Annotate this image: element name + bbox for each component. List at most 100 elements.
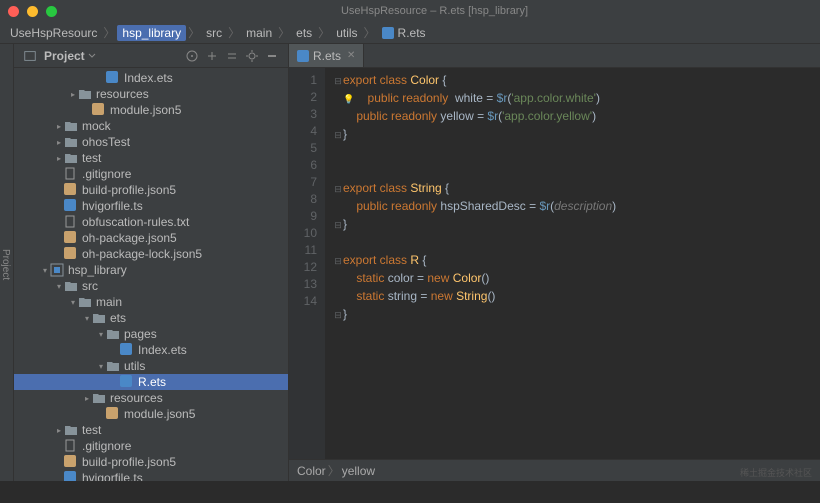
tree-label: ets — [110, 311, 126, 325]
tree-arrow-icon[interactable]: ▾ — [40, 266, 50, 275]
fold-icon — [333, 271, 343, 288]
folder-icon — [64, 135, 78, 149]
tree-node[interactable]: ▾ ets — [14, 310, 288, 326]
fold-icon[interactable]: ⊟ — [333, 73, 343, 90]
tree-arrow-icon[interactable]: ▾ — [54, 282, 64, 291]
breadcrumb-separator: 〉 — [101, 24, 117, 41]
tree-node[interactable]: obfuscation-rules.txt — [14, 214, 288, 230]
tree-node[interactable]: ▾ pages — [14, 326, 288, 342]
breadcrumb-item[interactable]: UseHspResourc — [6, 26, 101, 40]
tree-arrow-icon[interactable]: ▸ — [54, 122, 64, 131]
folder-icon — [64, 119, 78, 133]
expand-icon[interactable] — [205, 49, 219, 63]
tree-arrow-icon[interactable]: ▾ — [96, 330, 106, 339]
tree-label: build-profile.json5 — [82, 455, 176, 469]
tree-arrow-icon[interactable]: ▾ — [96, 362, 106, 371]
settings-icon[interactable] — [245, 49, 259, 63]
status-crumb[interactable]: yellow — [342, 464, 375, 478]
maximize-window-button[interactable] — [46, 6, 57, 17]
tree-node[interactable]: ▸resources — [14, 390, 288, 406]
tool-window-bar[interactable]: Project — [0, 44, 14, 481]
code-lines[interactable]: ⊟export class Color { 💡 public readonly … — [325, 68, 616, 459]
tree-node[interactable]: module.json5 — [14, 102, 288, 118]
breadcrumb-item[interactable]: ets — [292, 26, 316, 40]
window-controls — [8, 6, 57, 17]
intention-bulb-icon[interactable]: 💡 — [343, 94, 354, 104]
code-area[interactable]: 1234567891011121314 ⊟export class Color … — [289, 68, 820, 459]
tree-arrow-icon[interactable]: ▾ — [82, 314, 92, 323]
tree-label: .gitignore — [82, 167, 131, 181]
status-crumb[interactable]: Color — [297, 464, 326, 478]
ets-file-icon — [382, 27, 394, 39]
tree-node[interactable]: ▸test — [14, 150, 288, 166]
tree-label: hvigorfile.ts — [82, 471, 143, 481]
collapse-icon[interactable] — [225, 49, 239, 63]
folder-icon — [64, 279, 78, 293]
tree-label: utils — [124, 359, 145, 373]
tree-node[interactable]: .gitignore — [14, 166, 288, 182]
tree-node[interactable]: hvigorfile.ts — [14, 470, 288, 481]
fold-icon — [333, 109, 343, 126]
line-gutter: 1234567891011121314 — [289, 68, 325, 459]
json-icon — [64, 231, 78, 245]
tab-r-ets[interactable]: R.ets ✕ — [289, 44, 364, 67]
fold-icon[interactable]: ⊟ — [333, 253, 343, 270]
tree-node[interactable]: ▸ ohosTest — [14, 134, 288, 150]
tree-arrow-icon[interactable]: ▸ — [54, 426, 64, 435]
breadcrumb-item[interactable]: utils — [332, 26, 361, 40]
json-icon — [92, 103, 106, 117]
tree-node[interactable]: ▾ src — [14, 278, 288, 294]
tree-node[interactable]: build-profile.json5 — [14, 182, 288, 198]
tree-arrow-icon[interactable]: ▸ — [68, 90, 78, 99]
fold-icon[interactable]: ⊟ — [333, 181, 343, 198]
fold-icon[interactable]: ⊟ — [333, 127, 343, 144]
module-icon — [50, 263, 64, 277]
tree-node[interactable]: hvigorfile.ts — [14, 198, 288, 214]
tree-arrow-icon[interactable]: ▸ — [54, 154, 64, 163]
tree-node[interactable]: Index.ets — [14, 70, 288, 86]
project-panel: Project Index.ets▸resourcesmodule.json5▸… — [14, 44, 289, 481]
tree-node[interactable]: ▸mock — [14, 118, 288, 134]
tree-node[interactable]: module.json5 — [14, 406, 288, 422]
dropdown-icon[interactable] — [88, 52, 96, 60]
fold-icon — [333, 289, 343, 306]
watermark: 稀土掘金技术社区 — [740, 466, 812, 479]
tree-node[interactable]: ▾main — [14, 294, 288, 310]
ets-icon — [120, 343, 134, 357]
breadcrumb-item[interactable]: hsp_library — [117, 25, 186, 41]
project-tree[interactable]: Index.ets▸resourcesmodule.json5▸mock▸oho… — [14, 68, 288, 481]
tree-node[interactable]: ▾ utils — [14, 358, 288, 374]
tree-label: pages — [124, 327, 157, 341]
tree-node[interactable]: Index.ets — [14, 342, 288, 358]
tree-node[interactable]: R.ets — [14, 374, 288, 390]
tree-label: Index.ets — [138, 343, 187, 357]
tree-node[interactable]: ▸test — [14, 422, 288, 438]
minimize-window-button[interactable] — [27, 6, 38, 17]
tree-node[interactable]: oh-package.json5 — [14, 230, 288, 246]
tree-arrow-icon[interactable]: ▸ — [82, 394, 92, 403]
tree-node[interactable]: .gitignore — [14, 438, 288, 454]
tree-node[interactable]: ▾hsp_library — [14, 262, 288, 278]
fold-icon[interactable]: ⊟ — [333, 307, 343, 324]
breadcrumb-item[interactable]: src — [202, 26, 226, 40]
tree-label: hvigorfile.ts — [82, 199, 143, 213]
folder-icon — [92, 311, 106, 325]
ets-file-icon — [297, 50, 309, 62]
folder-icon — [64, 423, 78, 437]
close-tab-icon[interactable]: ✕ — [347, 50, 355, 61]
close-window-button[interactable] — [8, 6, 19, 17]
breadcrumb-item[interactable]: main — [242, 26, 276, 40]
breadcrumb: UseHspResourc〉hsp_library〉src〉main〉ets〉u… — [0, 22, 820, 44]
tree-node[interactable]: ▸resources — [14, 86, 288, 102]
json-icon — [64, 183, 78, 197]
fold-icon[interactable]: ⊟ — [333, 217, 343, 234]
tree-arrow-icon[interactable]: ▸ — [54, 138, 64, 147]
tree-node[interactable]: build-profile.json5 — [14, 454, 288, 470]
hide-icon[interactable] — [265, 49, 279, 63]
tree-label: src — [82, 279, 98, 293]
locate-icon[interactable] — [185, 49, 199, 63]
tree-label: ohosTest — [82, 135, 130, 149]
breadcrumb-item[interactable]: R.ets — [378, 26, 430, 40]
tree-node[interactable]: oh-package-lock.json5 — [14, 246, 288, 262]
tree-arrow-icon[interactable]: ▾ — [68, 298, 78, 307]
